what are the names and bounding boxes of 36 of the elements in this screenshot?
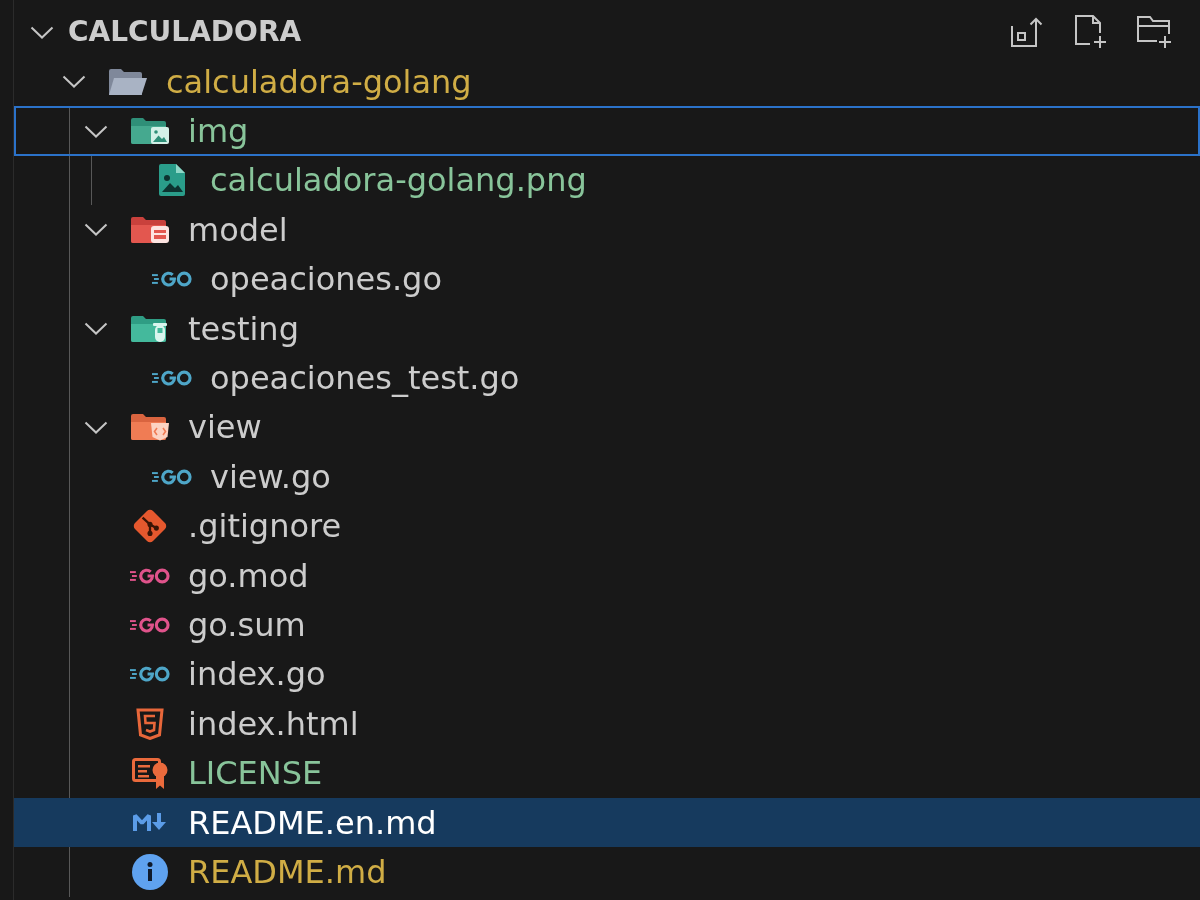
file-row[interactable]: README.md (14, 847, 1200, 897)
section-header[interactable]: CALCULADORA (14, 7, 310, 57)
folder-row[interactable]: model (14, 205, 1200, 255)
export-icon (1009, 16, 1045, 48)
go-file-icon (130, 566, 170, 585)
go-file-icon (152, 270, 192, 289)
go-file-icon (130, 665, 170, 684)
image-folder-icon (130, 117, 170, 146)
markdown-icon (132, 812, 168, 834)
file-row[interactable]: view.go (14, 452, 1200, 502)
test-tube-folder-icon (130, 314, 170, 343)
certificate-icon (132, 757, 168, 789)
file-row[interactable]: LICENSE (14, 748, 1200, 798)
image-file-icon (157, 163, 187, 198)
folder-row[interactable]: view (14, 402, 1200, 453)
file-row[interactable]: index.html (14, 699, 1200, 749)
file-row[interactable]: opeaciones_test.go (14, 353, 1200, 403)
file-row[interactable]: go.mod (14, 550, 1200, 601)
folder-row[interactable]: calculadora-golang (14, 57, 1200, 107)
file-row[interactable]: calculadora-golang.png (14, 155, 1200, 206)
code-folder-icon (130, 413, 170, 442)
file-row[interactable]: .gitignore (14, 501, 1200, 551)
info-icon (132, 853, 168, 890)
file-row[interactable]: index.go (14, 649, 1200, 700)
open-folder-icon (108, 67, 148, 96)
html-icon (136, 707, 164, 740)
file-row[interactable]: go.sum (14, 600, 1200, 650)
file-row[interactable]: README.en.md (14, 797, 1200, 848)
go-file-icon (152, 369, 192, 388)
file-row[interactable]: opeaciones.go (14, 254, 1200, 304)
new-file-icon (1073, 14, 1109, 50)
go-file-icon (130, 616, 170, 634)
go-file-icon (152, 467, 192, 486)
folder-row[interactable]: img (14, 106, 1200, 156)
folder-row[interactable]: testing (14, 303, 1200, 354)
table-folder-icon (130, 215, 170, 244)
